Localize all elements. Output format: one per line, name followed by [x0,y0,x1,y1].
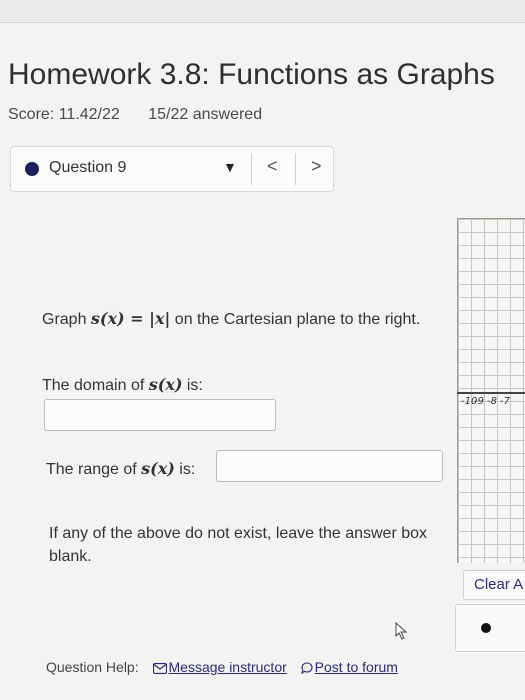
question-prompt: Graph s(x) = |x| on the Cartesian plane … [42,307,437,332]
clear-all-button[interactable]: Clear A [463,570,525,600]
domain-label: The domain of s(x) is: [42,375,203,394]
point-tool-button[interactable] [455,604,525,652]
message-instructor-link[interactable]: Message instructor [169,659,287,675]
tick-label: -10 [461,396,478,407]
tick-label: -8 [487,396,497,407]
function-expression: s(x) = |x| [90,309,171,328]
top-band [0,0,525,23]
x-axis-tick-labels: -10-9 -8 -7 [461,396,513,407]
range-label: The range of s(x) is: [46,459,196,478]
divider [295,153,296,185]
cartesian-graph[interactable] [457,218,525,563]
chevron-down-icon[interactable]: ▼ [223,159,237,175]
mouse-cursor-icon [395,622,408,640]
score-row: Score: 11.42/22 15/22 answered [8,106,262,124]
prompt-text: Graph [42,311,91,328]
speech-bubble-icon [300,662,313,674]
question-status-dot-icon [25,162,39,176]
post-to-forum-link[interactable]: Post to forum [315,659,398,675]
next-question-button[interactable]: > [311,156,322,177]
question-help: Question Help: Message instructor Post t… [46,659,398,675]
question-selector[interactable]: Question 9 ▼ < > [10,146,334,192]
instruction-note: If any of the above do not exist, leave … [49,525,428,565]
domain-input[interactable] [44,399,276,431]
question-label: Question 9 [49,159,127,176]
point-tool-icon [481,623,491,633]
page-title: Homework 3.8: Functions as Graphs [8,58,495,91]
range-input[interactable] [216,450,443,482]
help-label: Question Help: [46,659,139,675]
answered-count: 15/22 answered [148,106,263,123]
x-axis [457,392,525,394]
tick-label: -9 [474,396,484,407]
score-text: Score: 11.42/22 [8,106,120,123]
divider [251,153,252,185]
envelope-icon [152,663,167,674]
previous-question-button[interactable]: < [267,156,278,177]
prompt-text: on the Cartesian plane to the right. [170,311,421,328]
tick-label: -7 [500,396,510,407]
